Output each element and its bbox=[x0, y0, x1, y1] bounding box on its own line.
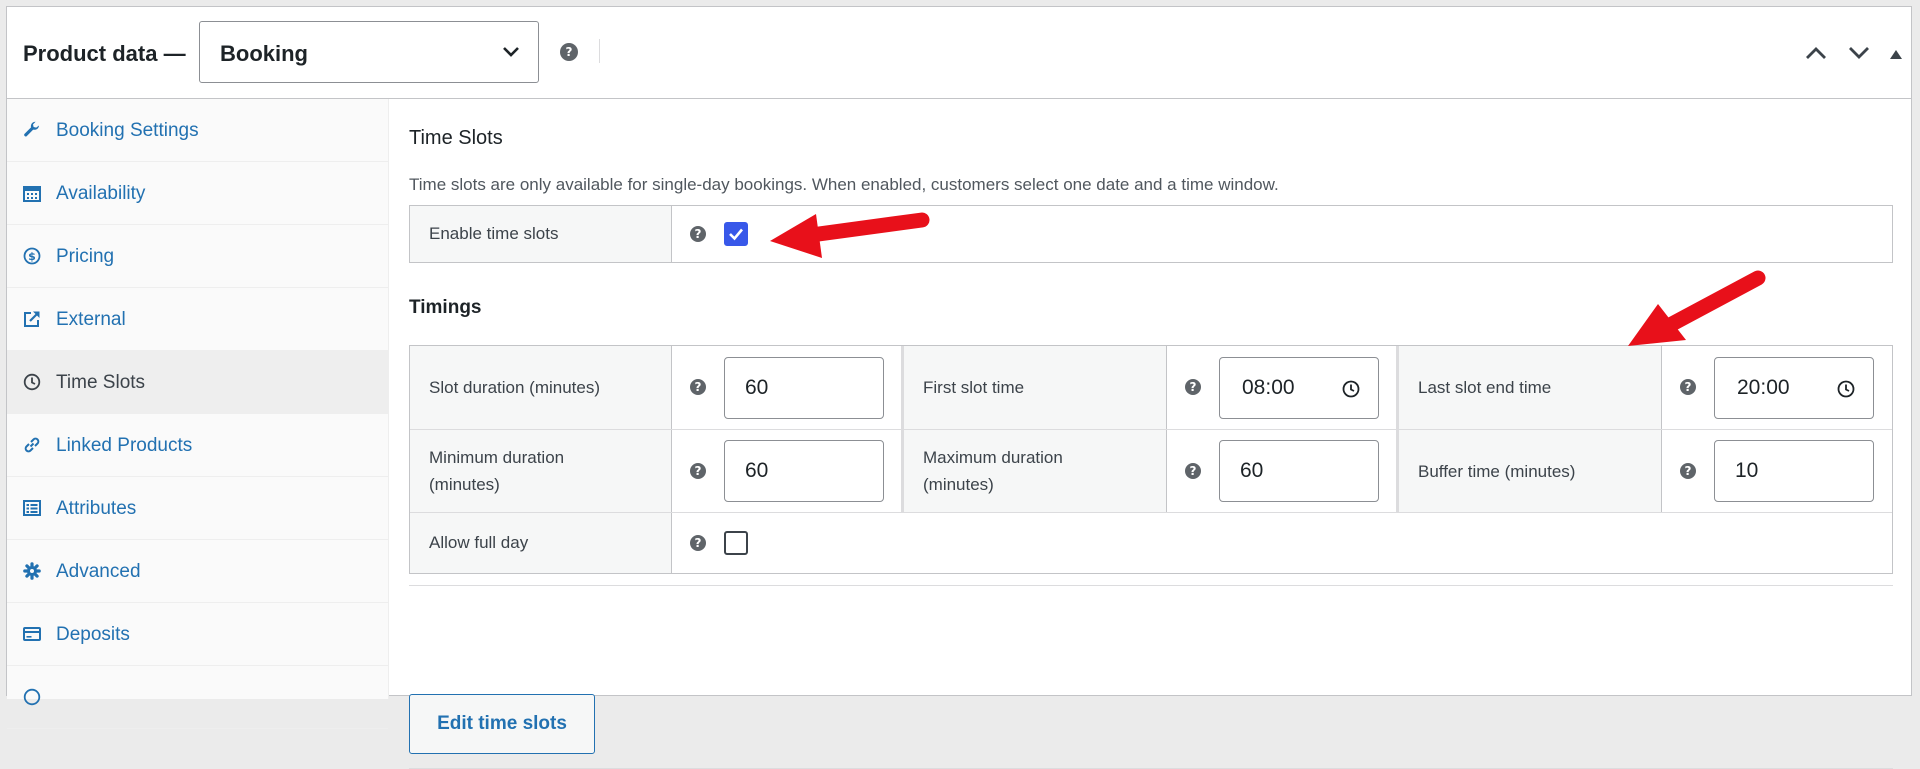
wrench-icon bbox=[24, 121, 39, 137]
tab-label: Deposits bbox=[56, 624, 130, 645]
collapse-toggle-icon[interactable] bbox=[1889, 48, 1903, 60]
last-slot-value: 20:00 bbox=[1737, 376, 1790, 399]
help-icon[interactable]: ? bbox=[1680, 379, 1696, 395]
panel-title: Product data — bbox=[23, 41, 186, 66]
list-icon bbox=[23, 500, 41, 516]
product-data-panel: Product data — Booking ? Booking Setting… bbox=[6, 6, 1912, 769]
clock-icon[interactable] bbox=[1342, 380, 1360, 398]
max-duration-input[interactable]: 60 bbox=[1219, 440, 1379, 502]
card-icon bbox=[23, 627, 41, 641]
timings-table: Slot duration (minutes) ? 60 First slot … bbox=[409, 345, 1893, 574]
annotation-arrow-icon bbox=[770, 212, 930, 258]
buffer-time-input[interactable]: 10 bbox=[1714, 440, 1874, 502]
link-icon bbox=[24, 437, 40, 453]
move-down-icon[interactable] bbox=[1847, 45, 1871, 61]
gear-icon bbox=[23, 562, 41, 580]
section-description: Time slots are only available for single… bbox=[409, 175, 1279, 194]
tab-availability[interactable]: Availability bbox=[7, 162, 388, 225]
first-slot-time-input[interactable]: 08:00 bbox=[1219, 357, 1379, 419]
tab-advanced[interactable]: Advanced bbox=[7, 540, 388, 603]
calendar-icon bbox=[23, 186, 41, 202]
tab-pricing[interactable]: $ Pricing bbox=[7, 225, 388, 288]
tab-label: Booking Settings bbox=[56, 120, 199, 141]
min-duration-value: 60 bbox=[745, 459, 769, 482]
product-data-tabs: Booking Settings Availability $ Pricing bbox=[7, 99, 389, 729]
tab-label: Advanced bbox=[56, 561, 141, 582]
panel-header: Product data — Booking ? bbox=[7, 7, 1911, 99]
last-slot-time-input[interactable]: 20:00 bbox=[1714, 357, 1874, 419]
max-duration-label: Maximum duration (minutes) bbox=[923, 448, 1063, 494]
help-icon[interactable]: ? bbox=[1185, 463, 1201, 479]
timings-title: Timings bbox=[409, 297, 482, 318]
checkmark-icon bbox=[729, 228, 743, 241]
min-duration-label: Minimum duration (minutes) bbox=[429, 448, 565, 494]
help-icon[interactable]: ? bbox=[690, 535, 706, 551]
help-icon[interactable]: ? bbox=[690, 379, 706, 395]
help-icon[interactable]: ? bbox=[560, 43, 578, 61]
tab-label: Attributes bbox=[56, 498, 137, 519]
tab-deposits[interactable]: Deposits bbox=[7, 603, 388, 666]
annotation-arrow-icon bbox=[1628, 270, 1766, 346]
max-duration-value: 60 bbox=[1240, 459, 1264, 482]
tab-booking-settings[interactable]: Booking Settings bbox=[7, 99, 388, 162]
product-type-select[interactable]: Booking bbox=[199, 21, 539, 83]
enable-time-slots-row: Enable time slots ? bbox=[409, 205, 1893, 263]
buffer-time-value: 10 bbox=[1735, 459, 1759, 482]
move-up-icon[interactable] bbox=[1804, 45, 1828, 61]
help-icon[interactable]: ? bbox=[690, 463, 706, 479]
circle-icon bbox=[23, 688, 41, 706]
tab-label: Time Slots bbox=[56, 372, 146, 393]
slot-duration-input[interactable]: 60 bbox=[724, 357, 884, 419]
chevron-down-icon bbox=[503, 47, 519, 57]
section-title: Time Slots bbox=[409, 127, 503, 149]
tab-time-slots[interactable]: Time Slots bbox=[7, 351, 388, 414]
first-slot-value: 08:00 bbox=[1242, 376, 1295, 399]
buffer-time-label: Buffer time (minutes) bbox=[1418, 462, 1576, 481]
tab-label: External bbox=[56, 309, 126, 330]
tab-external[interactable]: External bbox=[7, 288, 388, 351]
clock-icon[interactable] bbox=[1837, 380, 1855, 398]
min-duration-input[interactable]: 60 bbox=[724, 440, 884, 502]
edit-time-slots-button[interactable]: Edit time slots bbox=[409, 694, 595, 754]
clock-icon bbox=[23, 373, 41, 391]
allow-full-day-label: Allow full day bbox=[429, 533, 529, 552]
external-link-icon bbox=[24, 311, 40, 327]
enable-time-slots-label: Enable time slots bbox=[429, 224, 559, 243]
tab-cut-off bbox=[7, 666, 388, 729]
tab-label: Pricing bbox=[56, 246, 115, 267]
allow-full-day-checkbox[interactable] bbox=[724, 531, 748, 555]
tab-label: Availability bbox=[56, 183, 146, 204]
help-icon[interactable]: ? bbox=[1680, 463, 1696, 479]
tab-linked-products[interactable]: Linked Products bbox=[7, 414, 388, 477]
svg-text:$: $ bbox=[28, 250, 36, 263]
dollar-icon: $ bbox=[23, 247, 41, 265]
enable-time-slots-checkbox[interactable] bbox=[724, 222, 748, 246]
slot-duration-value: 60 bbox=[745, 376, 769, 399]
product-type-value: Booking bbox=[220, 41, 308, 66]
slot-duration-label: Slot duration (minutes) bbox=[429, 378, 601, 397]
divider bbox=[409, 585, 1893, 586]
help-icon[interactable]: ? bbox=[1185, 379, 1201, 395]
tab-label: Linked Products bbox=[56, 435, 193, 456]
last-slot-label: Last slot end time bbox=[1418, 378, 1552, 397]
first-slot-label: First slot time bbox=[923, 378, 1025, 397]
help-icon[interactable]: ? bbox=[690, 226, 706, 242]
header-divider bbox=[599, 39, 600, 63]
tab-attributes[interactable]: Attributes bbox=[7, 477, 388, 540]
